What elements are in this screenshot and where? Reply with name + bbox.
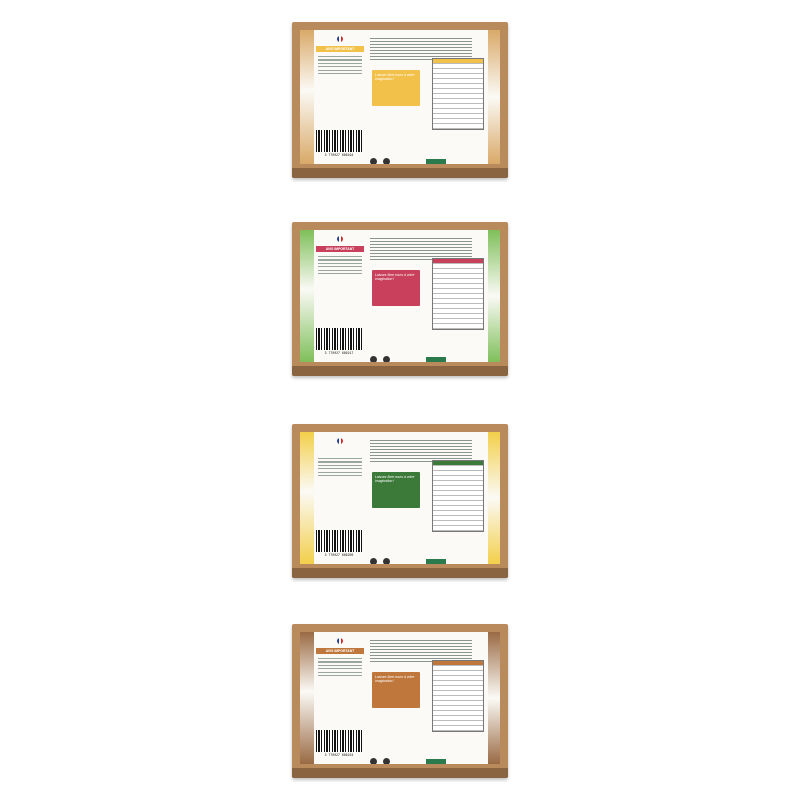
nutrition-table — [432, 258, 484, 330]
box-label: AVIS IMPORTANT 3 770027 686194 Laissez l… — [300, 30, 500, 164]
barcode-number: 3 770027 686224 — [324, 753, 354, 757]
nutrition-table — [432, 460, 484, 532]
left-text-lines — [318, 256, 362, 275]
barcode-number: 3 770027 686194 — [324, 153, 354, 157]
barcode-icon — [316, 530, 362, 552]
triman-icon — [370, 158, 377, 164]
ingredient-illustration-right — [488, 230, 500, 362]
recycle-icon — [383, 758, 390, 764]
barcode-icon — [316, 130, 362, 152]
callout-text: Laissez libre cours à votre imagination … — [375, 675, 415, 683]
ingredient-illustration-right — [488, 30, 500, 164]
eco-label-icon — [426, 357, 446, 362]
eco-label-icon — [426, 159, 446, 164]
ingredient-illustration-right — [488, 632, 500, 764]
description-text — [370, 638, 472, 662]
ingredient-illustration-left — [300, 432, 314, 564]
box-hazelnut-chocolate: AVIS IMPORTANT 3 770027 686224 Laissez l… — [292, 624, 508, 778]
nutrition-table — [432, 58, 484, 130]
recycling-icons — [370, 552, 480, 564]
important-notice-banner — [316, 448, 364, 454]
left-info-column: 3 770027 686200 — [314, 438, 366, 558]
french-flag-icon — [337, 638, 343, 644]
callout-text: Laissez libre cours à votre imagination … — [375, 73, 415, 81]
eco-label-icon — [426, 759, 446, 764]
french-flag-icon — [337, 36, 343, 42]
description-text — [370, 438, 472, 462]
ingredient-illustration-left — [300, 30, 314, 164]
description-text — [370, 36, 472, 60]
box-label: 3 770027 686200 Laissez libre cours à vo… — [300, 432, 500, 564]
barcode-number: 3 770027 686200 — [324, 553, 354, 557]
box-label: AVIS IMPORTANT 3 770027 686217 Laissez l… — [300, 230, 500, 362]
left-info-column: AVIS IMPORTANT 3 770027 686194 — [314, 36, 366, 158]
box-almond-vanilla: AVIS IMPORTANT 3 770027 686194 Laissez l… — [292, 22, 508, 178]
left-text-lines — [318, 458, 362, 477]
recycle-icon — [383, 356, 390, 362]
left-text-lines — [318, 658, 362, 677]
left-text-lines — [318, 56, 362, 75]
imagination-callout: Laissez libre cours à votre imagination … — [372, 672, 420, 708]
recycle-icon — [383, 158, 390, 164]
left-info-column: AVIS IMPORTANT 3 770027 686224 — [314, 638, 366, 758]
triman-icon — [370, 758, 377, 764]
french-flag-icon — [337, 236, 343, 242]
important-notice-banner: AVIS IMPORTANT — [316, 46, 364, 52]
recycling-icons — [370, 152, 480, 164]
triman-icon — [370, 558, 377, 564]
ingredient-illustration-left — [300, 230, 314, 362]
barcode-icon — [316, 730, 362, 752]
callout-text: Laissez libre cours à votre imagination … — [375, 273, 415, 281]
important-notice-banner: AVIS IMPORTANT — [316, 648, 364, 654]
callout-text: Laissez libre cours à votre imagination … — [375, 475, 415, 483]
box-bottom-edge — [292, 768, 508, 778]
eco-label-icon — [426, 559, 446, 564]
recycle-icon — [383, 558, 390, 564]
ingredient-illustration-left — [300, 632, 314, 764]
box-bottom-edge — [292, 168, 508, 178]
barcode-icon — [316, 328, 362, 350]
important-notice-banner: AVIS IMPORTANT — [316, 246, 364, 252]
nutrition-table — [432, 660, 484, 732]
description-text — [370, 236, 472, 260]
imagination-callout: Laissez libre cours à votre imagination … — [372, 270, 420, 306]
box-bottom-edge — [292, 568, 508, 578]
box-bottom-edge — [292, 366, 508, 376]
box-lemon: 3 770027 686200 Laissez libre cours à vo… — [292, 424, 508, 578]
box-raspberry: AVIS IMPORTANT 3 770027 686217 Laissez l… — [292, 222, 508, 376]
ingredient-illustration-right — [488, 432, 500, 564]
french-flag-icon — [337, 438, 343, 444]
recycling-icons — [370, 752, 480, 764]
recycling-icons — [370, 350, 480, 362]
barcode-number: 3 770027 686217 — [324, 351, 354, 355]
triman-icon — [370, 356, 377, 362]
imagination-callout: Laissez libre cours à votre imagination … — [372, 472, 420, 508]
box-label: AVIS IMPORTANT 3 770027 686224 Laissez l… — [300, 632, 500, 764]
left-info-column: AVIS IMPORTANT 3 770027 686217 — [314, 236, 366, 356]
imagination-callout: Laissez libre cours à votre imagination … — [372, 70, 420, 106]
